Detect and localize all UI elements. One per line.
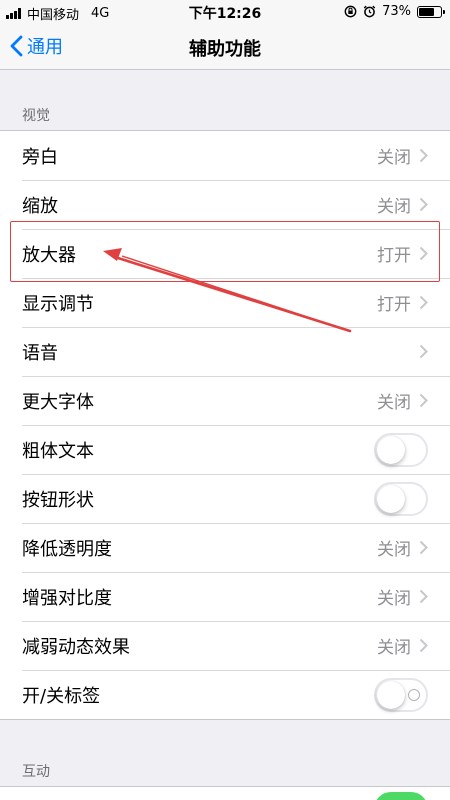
chevron-left-icon xyxy=(10,35,23,57)
row-value: 关闭 xyxy=(377,393,411,413)
row-label: 开/关标签 xyxy=(22,685,101,707)
battery-fill xyxy=(419,7,435,16)
row-reduce-motion[interactable]: 减弱动态效果 关闭 xyxy=(0,621,450,670)
status-right: 73% xyxy=(344,4,445,19)
on-off-labels-toggle[interactable] xyxy=(374,677,428,712)
page-title: 辅助功能 xyxy=(189,39,261,60)
chevron-right-icon xyxy=(419,638,428,653)
row-display-accommodations[interactable]: 显示调节 打开 xyxy=(0,278,450,327)
off-label-icon xyxy=(408,688,420,701)
row-voiceover[interactable]: 旁白 关闭 xyxy=(0,131,450,180)
carrier-name: 中国移动 xyxy=(27,8,80,23)
chevron-right-icon xyxy=(419,246,428,261)
row-speech[interactable]: 语音 xyxy=(0,327,450,376)
chevron-right-icon xyxy=(419,344,428,359)
row-button-shapes: 按钮形状 xyxy=(0,474,450,523)
network-type: 4G xyxy=(91,6,110,21)
row-on-off-labels: 开/关标签 xyxy=(0,670,450,719)
status-bar: 中国移动 4G 下午12:26 73% xyxy=(0,0,450,24)
signal-icon xyxy=(6,8,21,19)
bold-text-toggle[interactable] xyxy=(374,432,428,467)
row-label: 降低透明度 xyxy=(22,538,112,560)
row-label: 旁白 xyxy=(22,146,58,168)
section-header-interaction: 互动 xyxy=(22,764,50,780)
row-zoom[interactable]: 缩放 关闭 xyxy=(0,180,450,229)
back-button[interactable]: 通用 xyxy=(10,33,63,59)
chevron-right-icon xyxy=(419,540,428,555)
chevron-right-icon xyxy=(419,197,428,212)
row-label: 减弱动态效果 xyxy=(22,636,130,658)
row-label: 粗体文本 xyxy=(22,440,94,462)
row-value: 关闭 xyxy=(377,197,411,217)
row-label: 更大字体 xyxy=(22,391,94,413)
row-label: 按钮形状 xyxy=(22,489,94,511)
row-value: 关闭 xyxy=(377,148,411,168)
chevron-right-icon xyxy=(419,295,428,310)
nav-bar: 通用 辅助功能 xyxy=(0,24,450,70)
toggle-knob xyxy=(377,680,405,709)
chevron-right-icon xyxy=(419,393,428,408)
row-increase-contrast[interactable]: 增强对比度 关闭 xyxy=(0,572,450,621)
row-value: 关闭 xyxy=(377,638,411,658)
section-header-vision: 视觉 xyxy=(22,108,50,124)
row-label: 增强对比度 xyxy=(22,587,112,609)
rotation-lock-icon xyxy=(344,5,357,18)
toggle-knob xyxy=(377,484,405,513)
row-label: 缩放 xyxy=(22,195,58,217)
row-value: 关闭 xyxy=(377,589,411,609)
battery-icon xyxy=(417,5,445,18)
row-larger-text[interactable]: 更大字体 关闭 xyxy=(0,376,450,425)
vision-group: 旁白 关闭 缩放 关闭 放大器 打开 显示调节 打开 语音 更大字体 关闭 粗体… xyxy=(0,130,450,720)
battery-percent: 73% xyxy=(382,4,411,19)
chevron-right-icon xyxy=(419,589,428,604)
row-label: 语音 xyxy=(22,342,58,364)
row-value: 打开 xyxy=(377,295,411,315)
back-label: 通用 xyxy=(27,37,63,58)
chevron-right-icon xyxy=(419,148,428,163)
toggle-knob xyxy=(377,435,405,464)
button-shapes-toggle[interactable] xyxy=(374,481,428,516)
alarm-icon xyxy=(363,5,376,18)
row-value: 打开 xyxy=(377,246,411,266)
status-left: 中国移动 4G xyxy=(6,4,109,23)
row-magnifier[interactable]: 放大器 打开 xyxy=(0,229,450,278)
row-bold-text: 粗体文本 xyxy=(0,425,450,474)
row-reduce-transparency[interactable]: 降低透明度 关闭 xyxy=(0,523,450,572)
row-label: 放大器 xyxy=(22,244,76,266)
row-label: 显示调节 xyxy=(22,293,94,315)
row-value: 关闭 xyxy=(377,540,411,560)
